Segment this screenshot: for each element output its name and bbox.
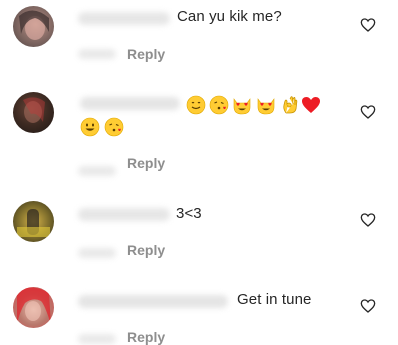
comment-3: 3<3 Reply xyxy=(0,180,398,265)
timestamp-redacted xyxy=(78,334,116,344)
username-redacted[interactable] xyxy=(78,208,170,221)
grinning-face-emoji xyxy=(186,95,206,115)
grinning-face-emoji xyxy=(80,117,100,137)
timestamp-redacted xyxy=(78,166,116,176)
ok-hand-emoji xyxy=(283,96,298,114)
comment-1: Can yu kik me? Reply xyxy=(0,0,398,85)
comment-text: Can yu kik me? xyxy=(177,8,282,25)
avatar-image xyxy=(23,97,45,123)
avatar[interactable] xyxy=(13,201,54,242)
face-blowing-kiss-emoji xyxy=(104,117,124,137)
heart-eyes-cat-emoji xyxy=(257,98,275,115)
reply-button[interactable]: Reply xyxy=(127,46,165,62)
avatar[interactable] xyxy=(13,6,54,47)
reply-button[interactable]: Reply xyxy=(127,155,165,171)
heart-outline-icon[interactable] xyxy=(360,298,376,314)
reply-button[interactable]: Reply xyxy=(127,242,165,258)
username-redacted[interactable] xyxy=(80,97,180,110)
red-heart-emoji xyxy=(302,97,320,113)
avatar-image xyxy=(17,209,50,237)
timestamp-redacted xyxy=(78,248,116,258)
heart-outline-icon[interactable] xyxy=(360,104,376,120)
face-blowing-kiss-emoji xyxy=(209,95,229,115)
heart-outline-icon[interactable] xyxy=(360,17,376,33)
username-redacted[interactable] xyxy=(78,12,170,25)
avatar[interactable] xyxy=(13,92,54,133)
avatar-image xyxy=(17,287,51,325)
username-redacted[interactable] xyxy=(78,295,228,308)
avatar-image xyxy=(19,10,49,40)
comment-text: Get in tune xyxy=(237,291,312,308)
avatar[interactable] xyxy=(13,287,54,328)
heart-outline-icon[interactable] xyxy=(360,212,376,228)
comment-2: Reply xyxy=(0,85,398,180)
timestamp-redacted xyxy=(78,49,116,59)
comment-4: Get in tune Reply xyxy=(0,265,398,345)
comment-text: 3<3 xyxy=(176,205,202,222)
reply-button[interactable]: Reply xyxy=(127,329,165,345)
heart-eyes-cat-emoji xyxy=(233,98,251,115)
